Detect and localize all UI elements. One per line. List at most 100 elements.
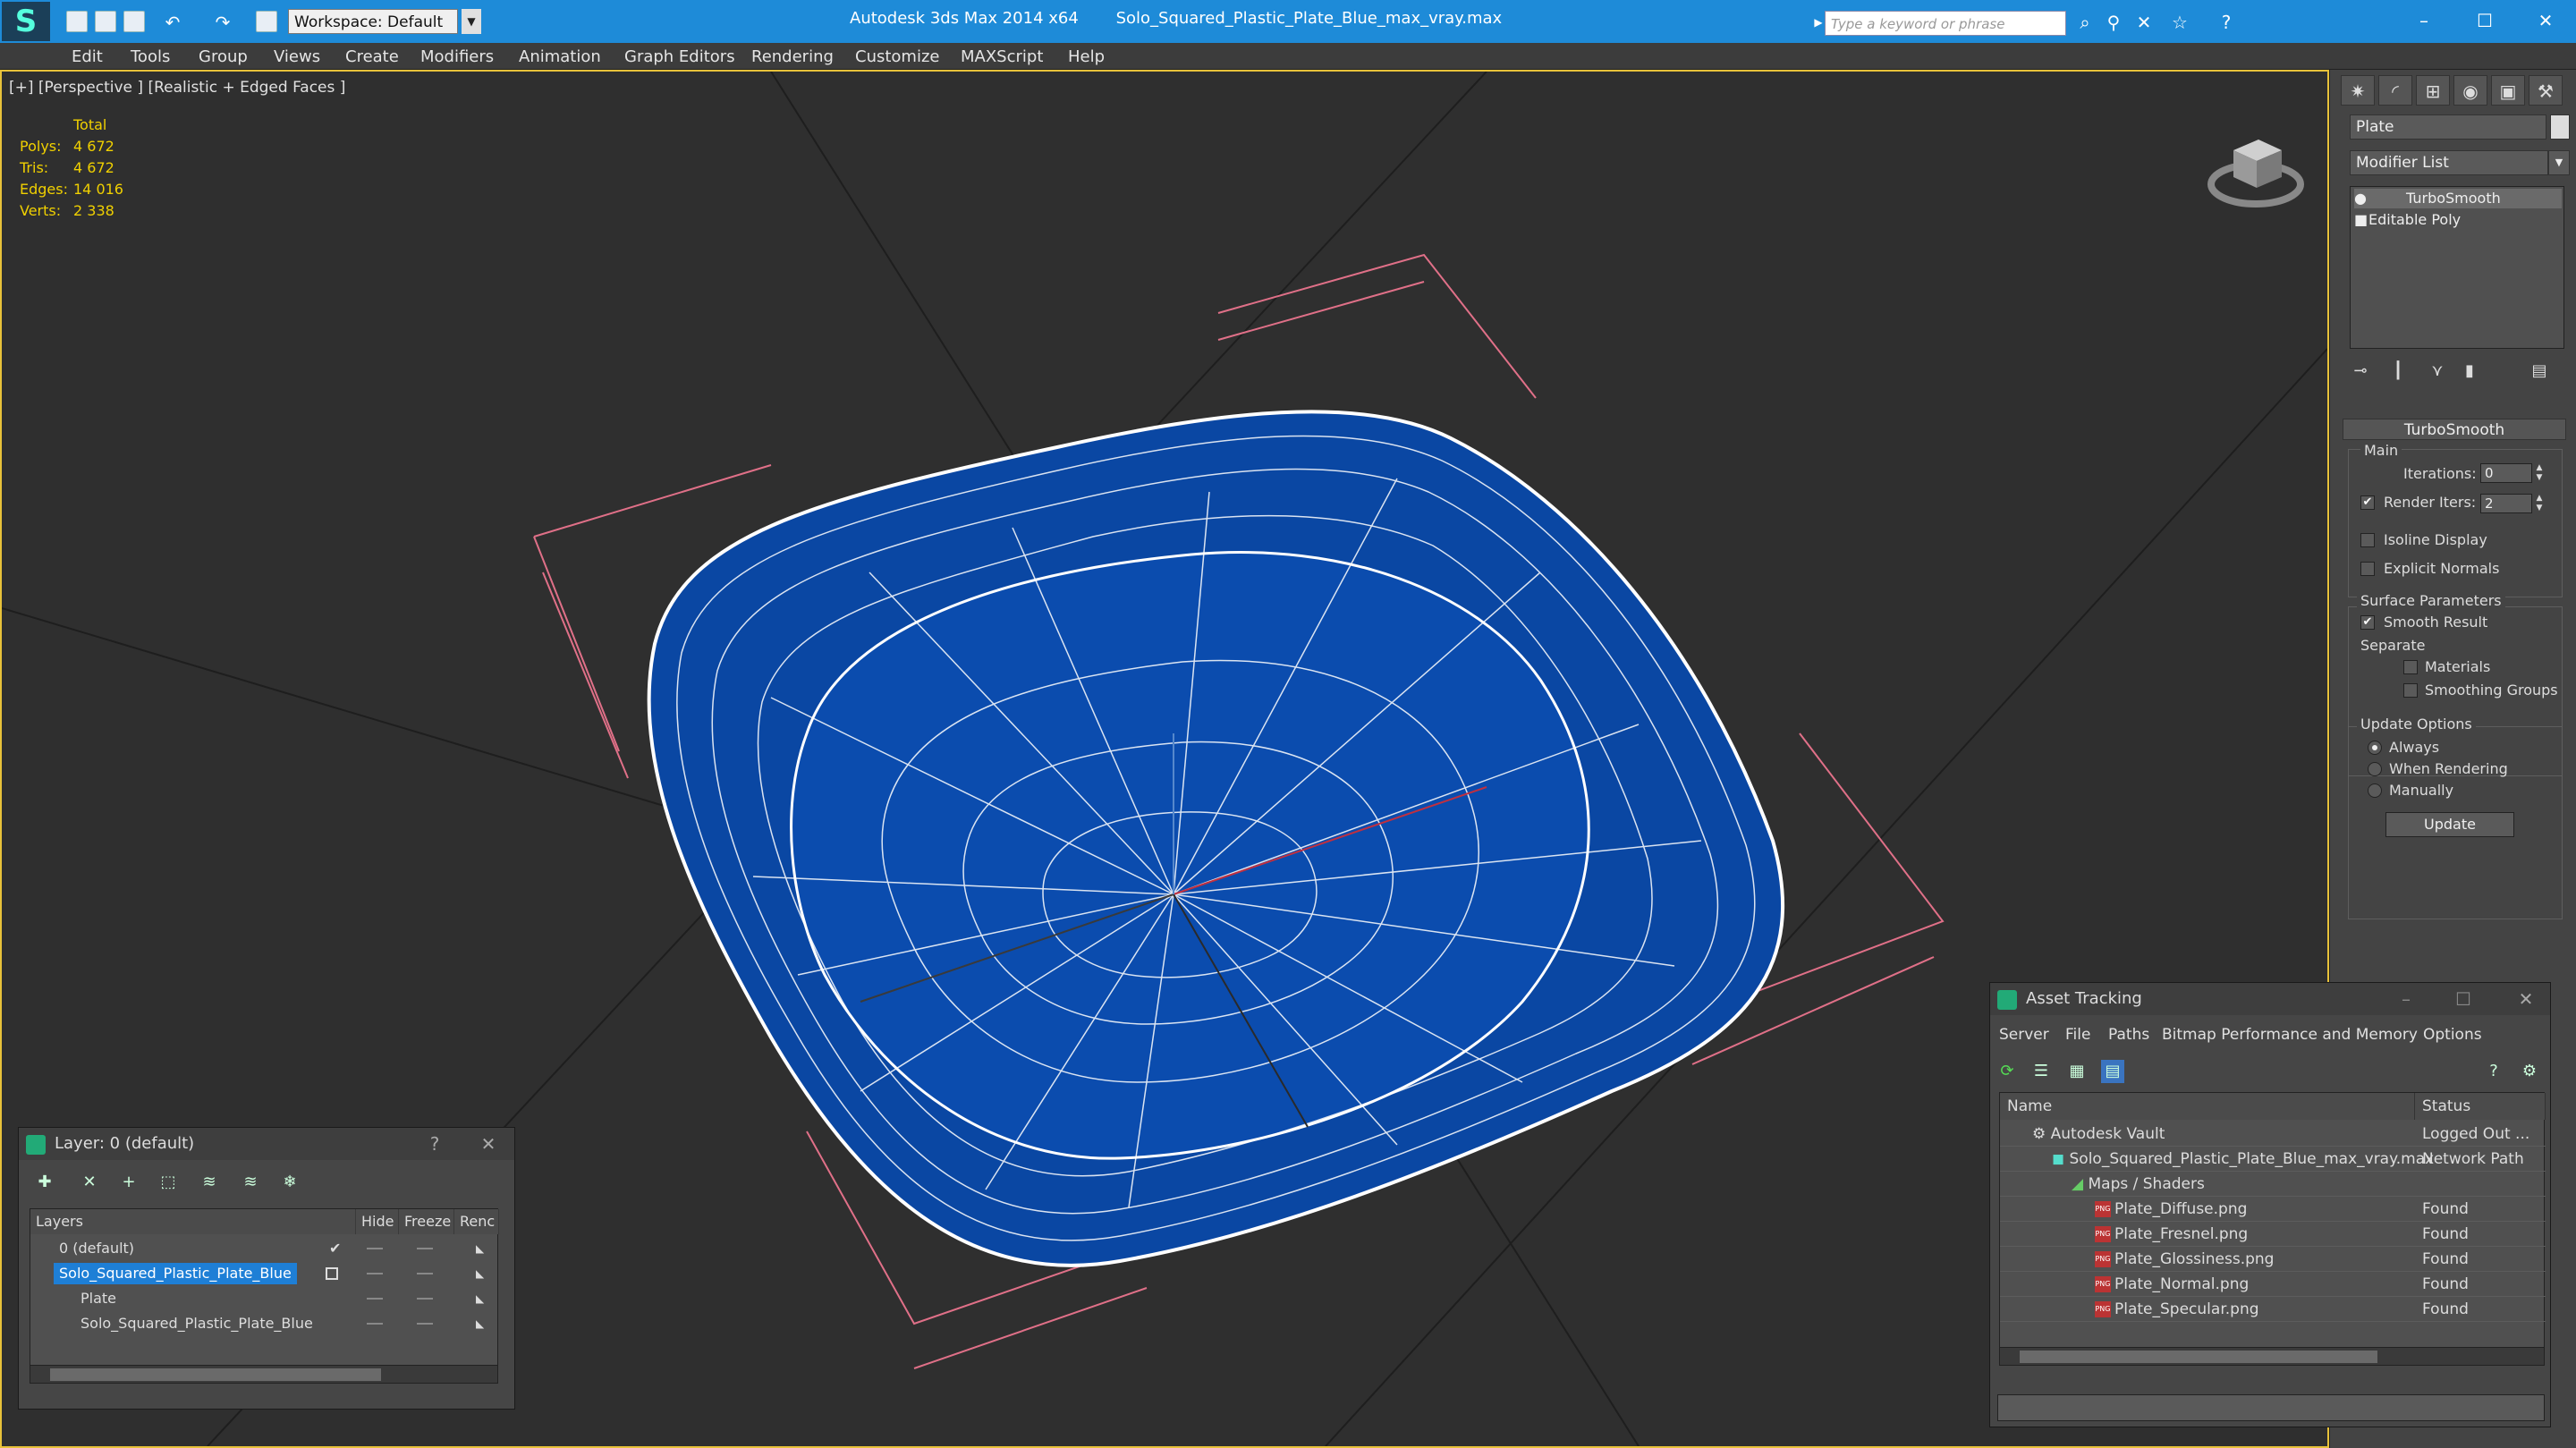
help-icon[interactable]: ? (2215, 11, 2238, 34)
separate-smoothing-groups-checkbox[interactable] (2403, 683, 2418, 698)
menu-customize[interactable]: Customize (855, 47, 939, 66)
menu-rendering[interactable]: Rendering (751, 47, 834, 66)
update-when-rendering-radio[interactable] (2368, 762, 2382, 776)
explicit-normals-checkbox[interactable] (2360, 562, 2375, 576)
render-iters-spinner-arrows-icon[interactable]: ▲ ▼ (2534, 494, 2545, 513)
asset-row[interactable]: ◢ Maps / Shaders (2000, 1172, 2546, 1197)
render-teapot-icon[interactable]: ◣ (476, 1236, 484, 1261)
object-name-field[interactable]: Plate (2350, 114, 2546, 140)
column-name[interactable]: Name (2000, 1093, 2415, 1120)
iterations-spinner-arrows-icon[interactable]: ▲ ▼ (2534, 463, 2545, 483)
freeze-toggle[interactable] (417, 1323, 433, 1325)
asset-name[interactable]: PNG Plate_Diffuse.png (2095, 1197, 2247, 1222)
iterations-spinner[interactable]: 0 (2480, 463, 2532, 483)
layer-row[interactable]: 0 (default) ✔ ◣ (30, 1236, 499, 1261)
asset-path-input[interactable] (1997, 1394, 2545, 1421)
render-iters-checkbox[interactable]: ✔ (2360, 495, 2375, 510)
update-always-radio[interactable] (2368, 741, 2382, 755)
menu-create[interactable]: Create (345, 47, 399, 66)
modifier-list-dropdown[interactable]: Modifier List (2350, 150, 2548, 175)
column-render[interactable]: Renc (454, 1209, 499, 1234)
hide-all-layers-icon[interactable]: ≋ (239, 1171, 262, 1194)
asset-row[interactable]: PNG Plate_Fresnel.png Found (2000, 1222, 2546, 1247)
subscription-icon[interactable]: ⚲ (2102, 11, 2125, 34)
undo-icon[interactable]: ↶ (161, 11, 184, 34)
close-window-icon[interactable]: ✕ (2528, 5, 2563, 36)
freeze-toggle[interactable] (417, 1298, 433, 1300)
binoculars-icon[interactable]: ⌕ (2073, 11, 2097, 34)
asset-menu-bitmap-performance[interactable]: Bitmap Performance and Memory (2162, 1026, 2418, 1044)
menu-modifiers[interactable]: Modifiers (420, 47, 494, 66)
list-view-icon[interactable]: ☰ (2029, 1060, 2053, 1083)
menu-animation[interactable]: Animation (519, 47, 601, 66)
render-teapot-icon[interactable]: ◣ (476, 1286, 484, 1311)
layer-row[interactable]: Solo_Squared_Plastic_Plate_Blue ◣ (30, 1261, 499, 1286)
asset-row[interactable]: PNG Plate_Normal.png Found (2000, 1272, 2546, 1297)
create-tab-icon[interactable]: ✷ (2341, 75, 2375, 106)
asset-name[interactable]: PNG Plate_Specular.png (2095, 1297, 2259, 1322)
layer-name[interactable]: Plate (75, 1288, 122, 1309)
asset-row[interactable]: ◼ Solo_Squared_Plastic_Plate_Blue_max_vr… (2000, 1147, 2546, 1172)
turbosmooth-rollout-title[interactable]: TurboSmooth (2343, 419, 2566, 440)
new-file-icon[interactable] (66, 11, 88, 32)
menu-graph-editors[interactable]: Graph Editors (624, 47, 735, 66)
add-to-layer-icon[interactable]: + (117, 1171, 140, 1194)
configure-sets-icon[interactable]: ▤ (2527, 360, 2552, 383)
modify-tab-icon[interactable]: ◜ (2378, 75, 2412, 106)
hide-toggle[interactable] (367, 1298, 383, 1300)
asset-row[interactable]: PNG Plate_Diffuse.png Found (2000, 1197, 2546, 1222)
asset-menu-paths[interactable]: Paths (2108, 1026, 2149, 1044)
menu-edit[interactable]: Edit (72, 47, 103, 66)
menu-help[interactable]: Help (1068, 47, 1105, 66)
communication-icon[interactable]: ✕ (2132, 11, 2156, 34)
asset-maximize-icon[interactable]: ☐ (2450, 983, 2477, 1015)
hide-toggle[interactable] (367, 1273, 383, 1274)
open-file-icon[interactable] (95, 11, 116, 32)
render-teapot-icon[interactable]: ◣ (476, 1261, 484, 1286)
refresh-icon[interactable]: ⟳ (1996, 1060, 2019, 1083)
asset-settings-icon[interactable]: ⚙ (2518, 1060, 2541, 1083)
remove-modifier-icon[interactable]: ▮ (2457, 360, 2482, 383)
layer-name[interactable]: 0 (default) (54, 1238, 140, 1259)
column-status[interactable]: Status (2415, 1093, 2546, 1120)
table-view-icon[interactable]: ▤ (2101, 1060, 2124, 1083)
layer-name[interactable]: Solo_Squared_Plastic_Plate_Blue (54, 1263, 297, 1284)
modifier-list-arrow-icon[interactable]: ▼ (2548, 150, 2570, 175)
layer-name[interactable]: Solo_Squared_Plastic_Plate_Blue (75, 1313, 318, 1334)
show-end-result-icon[interactable]: ┃ (2385, 360, 2411, 383)
search-input[interactable]: Type a keyword or phrase (1825, 11, 2066, 36)
delete-layer-icon[interactable]: ✕ (78, 1171, 101, 1194)
asset-name[interactable]: ◼ Solo_Squared_Plastic_Plate_Blue_max_vr… (2052, 1147, 2434, 1172)
object-color-swatch[interactable] (2550, 114, 2570, 140)
select-objects-icon[interactable]: ⬚ (157, 1171, 180, 1194)
render-iters-spinner[interactable]: 2 (2480, 494, 2532, 513)
asset-name[interactable]: PNG Plate_Glossiness.png (2095, 1247, 2274, 1272)
update-manually-radio[interactable] (2368, 783, 2382, 798)
scroll-thumb[interactable] (2020, 1351, 2377, 1363)
viewcube-icon[interactable] (2207, 114, 2305, 213)
project-folder-icon[interactable] (256, 11, 277, 32)
thumbnail-view-icon[interactable]: ▦ (2065, 1060, 2089, 1083)
workspace-dropdown-arrow-icon[interactable]: ▼ (462, 9, 481, 34)
asset-name[interactable]: PNG Plate_Normal.png (2095, 1272, 2249, 1297)
layer-horizontal-scrollbar[interactable] (30, 1365, 497, 1383)
set-current-box-icon[interactable] (326, 1267, 338, 1280)
save-file-icon[interactable] (123, 11, 145, 32)
column-layers[interactable]: Layers (30, 1209, 356, 1234)
scroll-thumb[interactable] (50, 1368, 381, 1381)
lightbulb-icon[interactable]: ● (2354, 189, 2376, 208)
plate-mesh[interactable] (647, 410, 1785, 1267)
motion-tab-icon[interactable]: ◉ (2453, 75, 2487, 106)
pin-stack-icon[interactable]: ⊸ (2348, 360, 2373, 383)
asset-row[interactable]: PNG Plate_Specular.png Found (2000, 1297, 2546, 1322)
column-freeze[interactable]: Freeze (399, 1209, 454, 1234)
menu-group[interactable]: Group (199, 47, 248, 66)
hide-toggle[interactable] (367, 1248, 383, 1249)
minimize-icon[interactable]: – (2406, 5, 2442, 36)
render-teapot-icon[interactable]: ◣ (476, 1311, 484, 1336)
favorites-star-icon[interactable]: ☆ (2168, 11, 2191, 34)
maximize-icon[interactable]: ☐ (2467, 5, 2503, 36)
asset-row[interactable]: ⚙ Autodesk Vault Logged Out ... (2000, 1122, 2546, 1147)
menu-tools[interactable]: Tools (131, 47, 170, 66)
update-button[interactable]: Update (2385, 812, 2514, 837)
